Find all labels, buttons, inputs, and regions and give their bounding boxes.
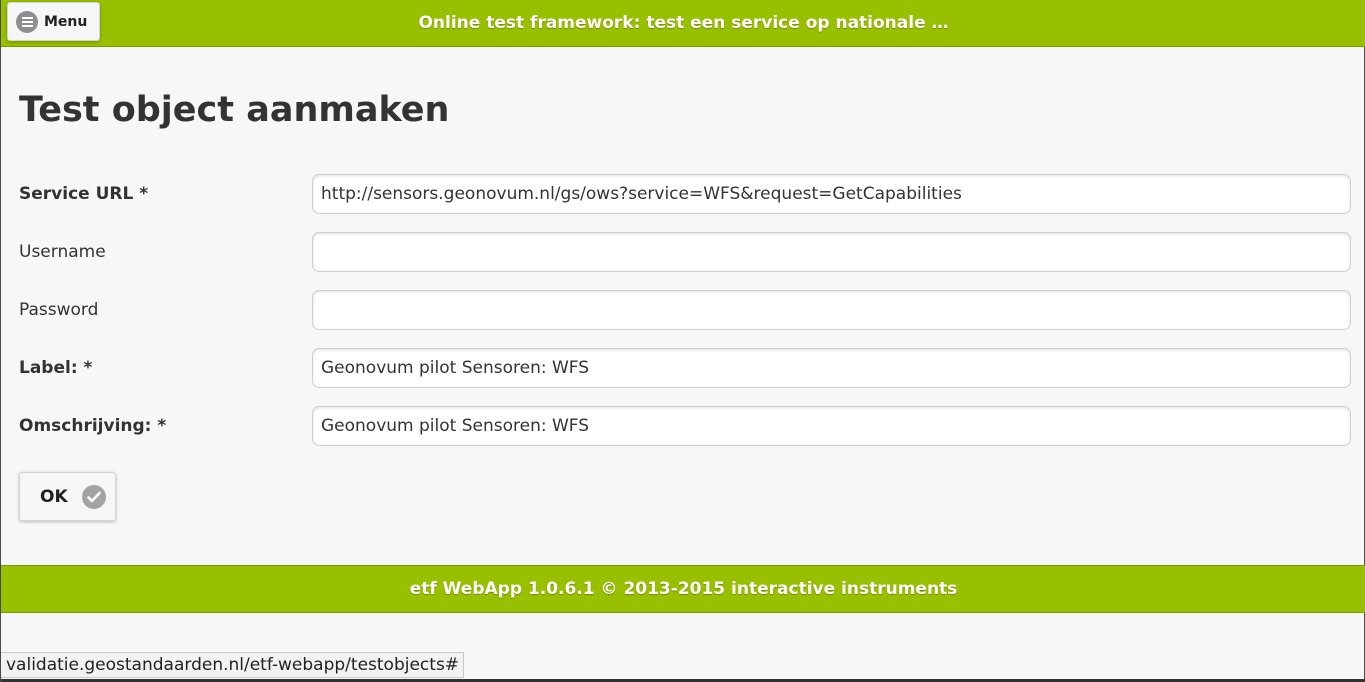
ok-button[interactable]: OK bbox=[19, 472, 116, 521]
description-label: Omschrijving: * bbox=[19, 416, 167, 436]
service-url-row: Service URL * bbox=[1, 174, 1365, 214]
page: Online test framework: test een service … bbox=[0, 0, 1365, 682]
hamburger-icon bbox=[16, 10, 38, 33]
password-input[interactable] bbox=[312, 290, 1351, 330]
password-label: Password bbox=[19, 300, 99, 320]
password-row: Password bbox=[1, 290, 1365, 330]
ok-button-label: OK bbox=[40, 486, 68, 507]
username-label: Username bbox=[19, 242, 106, 262]
username-input[interactable] bbox=[312, 232, 1351, 272]
header-bar: Online test framework: test een service … bbox=[1, 0, 1365, 47]
page-title: Test object aanmaken bbox=[19, 90, 450, 130]
check-icon bbox=[81, 484, 106, 509]
menu-button[interactable]: Menu bbox=[7, 2, 100, 41]
menu-button-label: Menu bbox=[44, 13, 88, 30]
status-bar-url: validatie.geostandaarden.nl/etf-webapp/t… bbox=[1, 652, 465, 678]
description-input[interactable] bbox=[312, 406, 1351, 446]
service-url-input[interactable] bbox=[312, 174, 1351, 214]
header-title: Online test framework: test een service … bbox=[418, 13, 949, 33]
label-row: Label: * bbox=[1, 348, 1365, 388]
service-url-label: Service URL * bbox=[19, 184, 149, 204]
label-input[interactable] bbox=[312, 348, 1351, 388]
footer-bar: etf WebApp 1.0.6.1 © 2013-2015 interacti… bbox=[1, 565, 1365, 613]
username-row: Username bbox=[1, 232, 1365, 272]
description-row: Omschrijving: * bbox=[1, 406, 1365, 446]
label-field-label: Label: * bbox=[19, 358, 93, 378]
